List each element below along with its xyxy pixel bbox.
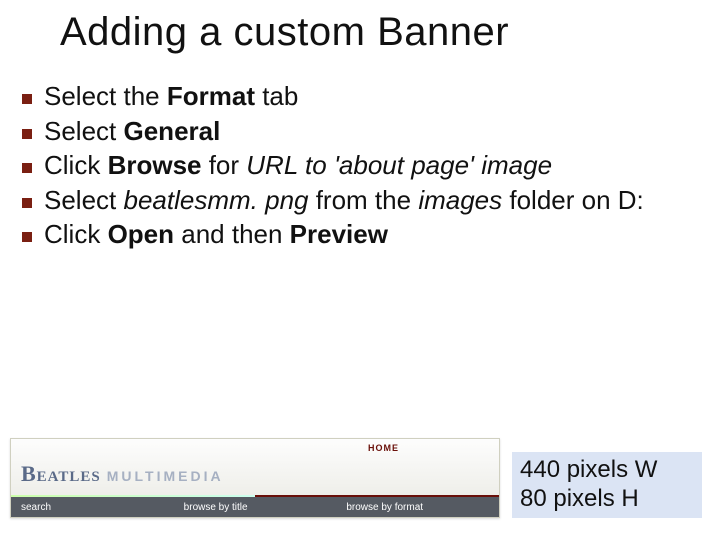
slide: Adding a custom Banner Select the Format… — [0, 0, 720, 540]
slide-title: Adding a custom Banner — [60, 10, 680, 55]
home-link: HOME — [368, 443, 399, 453]
list-item: Select the Format tab — [22, 80, 690, 113]
text: for — [201, 150, 246, 180]
nav-item: browse by format — [336, 502, 499, 513]
width-label: 440 pixels W — [520, 456, 694, 485]
list-item: Click Browse for URL to 'about page' ima… — [22, 149, 690, 182]
text: Click — [44, 150, 108, 180]
nav-item: browse by title — [174, 502, 337, 513]
text-bold: Browse — [108, 150, 202, 180]
text-italic: images — [418, 185, 502, 215]
bullet-icon — [22, 129, 32, 139]
text-bold: Format — [167, 81, 255, 111]
text: Select — [44, 116, 124, 146]
list-item: Select General — [22, 115, 690, 148]
text-bold: Open — [108, 219, 174, 249]
text-bold: Preview — [290, 219, 388, 249]
text: tab — [255, 81, 298, 111]
list-item: Select beatlesmm. png from the images fo… — [22, 184, 690, 217]
text-bold: General — [124, 116, 221, 146]
text: and then — [174, 219, 290, 249]
text-italic: URL to 'about page' image — [246, 150, 552, 180]
banner-nav: search browse by title browse by format — [11, 497, 499, 517]
text: Click — [44, 219, 108, 249]
text: from the — [308, 185, 418, 215]
text: Select the — [44, 81, 167, 111]
nav-item: search — [11, 502, 174, 513]
banner-preview: HOME Beatles multimedia search browse by… — [10, 438, 500, 518]
bullet-icon — [22, 232, 32, 242]
text-italic: beatlesmm. png — [124, 185, 309, 215]
text: folder on D: — [502, 185, 644, 215]
logo-text-a: Beatles — [21, 461, 101, 487]
dimensions-label: 440 pixels W 80 pixels H — [512, 452, 702, 518]
logo: Beatles multimedia — [21, 461, 224, 487]
list-item: Click Open and then Preview — [22, 218, 690, 251]
bullet-icon — [22, 94, 32, 104]
bullet-icon — [22, 198, 32, 208]
height-label: 80 pixels H — [520, 485, 694, 514]
text: Select — [44, 185, 124, 215]
bullet-list: Select the Format tab Select General Cli… — [22, 80, 690, 253]
logo-text-b: multimedia — [107, 468, 224, 484]
bullet-icon — [22, 163, 32, 173]
